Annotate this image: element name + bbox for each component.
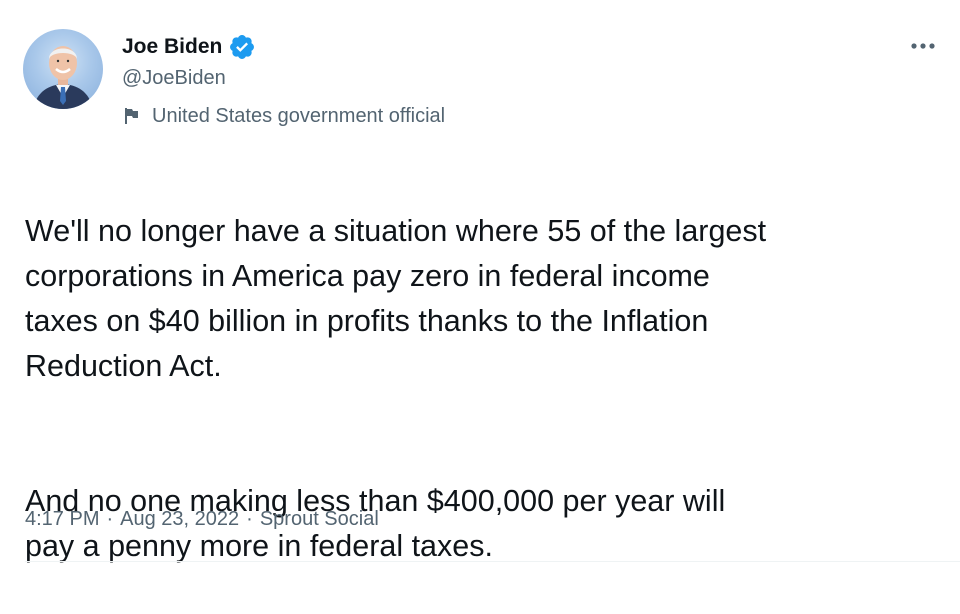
tweet-card: Joe Biden @JoeBiden United States govern… — [0, 0, 960, 574]
affiliation-text: United States government official — [152, 105, 446, 127]
tweet-meta: 4:17 PM · Aug 23, 2022 · Sprout Social — [25, 504, 379, 534]
tweet-time[interactable]: 4:17 PM — [25, 504, 99, 534]
tweet-text: We'll no longer have a situation where 5… — [25, 164, 950, 614]
display-name[interactable]: Joe Biden — [122, 32, 222, 62]
author-name-row: Joe Biden — [122, 32, 256, 62]
divider — [25, 561, 960, 562]
ellipsis-icon — [911, 43, 935, 49]
user-handle[interactable]: @JoeBiden — [122, 65, 226, 91]
affiliation-label: United States government official — [122, 102, 445, 130]
avatar[interactable] — [23, 29, 103, 109]
meta-separator: · — [106, 508, 114, 530]
verified-badge-icon — [228, 33, 256, 61]
tweet-date[interactable]: Aug 23, 2022 — [120, 504, 239, 534]
tweet-paragraph: We'll no longer have a situation where 5… — [25, 214, 767, 383]
more-options-button[interactable] — [908, 34, 938, 58]
meta-separator: · — [246, 508, 253, 530]
avatar-photo-icon — [33, 46, 93, 109]
flag-icon — [122, 106, 142, 126]
tweet-source[interactable]: Sprout Social — [260, 504, 379, 534]
